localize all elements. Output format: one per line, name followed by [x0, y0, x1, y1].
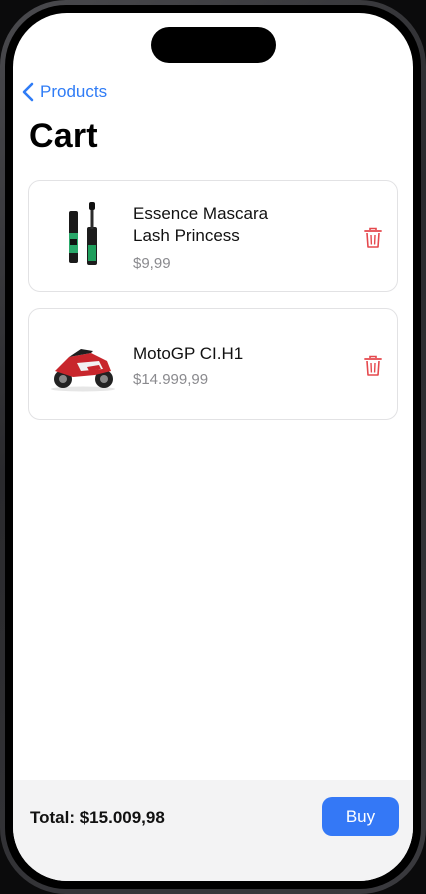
- cart-total: Total: $15.009,98: [30, 808, 165, 827]
- app-screen: Products Cart Essence Mascara Lash Princ…: [13, 13, 413, 881]
- mascara-product-image: [69, 202, 97, 265]
- trash-icon[interactable]: [364, 227, 382, 249]
- buy-button[interactable]: Buy: [322, 797, 399, 836]
- trash-icon[interactable]: [364, 355, 382, 377]
- page-title: Cart: [29, 117, 98, 155]
- cart-item: Essence Mascara Lash Princess $9,99: [28, 180, 398, 292]
- dynamic-island: [151, 27, 276, 63]
- item-name: Essence Mascara Lash Princess: [133, 204, 269, 245]
- item-price: $14.999,99: [133, 371, 209, 388]
- item-name: MotoGP CI.H1: [133, 344, 244, 363]
- chevron-left-icon: [22, 82, 34, 102]
- back-button-label: Products: [40, 82, 108, 101]
- cart-item: MotoGP CI.H1 $14.999,99: [28, 308, 398, 420]
- back-button[interactable]: Products: [22, 81, 107, 103]
- item-price: $9,99: [133, 255, 171, 272]
- motorcycle-product-image: [51, 349, 115, 392]
- checkout-bar: Total: $15.009,98 Buy: [13, 780, 413, 881]
